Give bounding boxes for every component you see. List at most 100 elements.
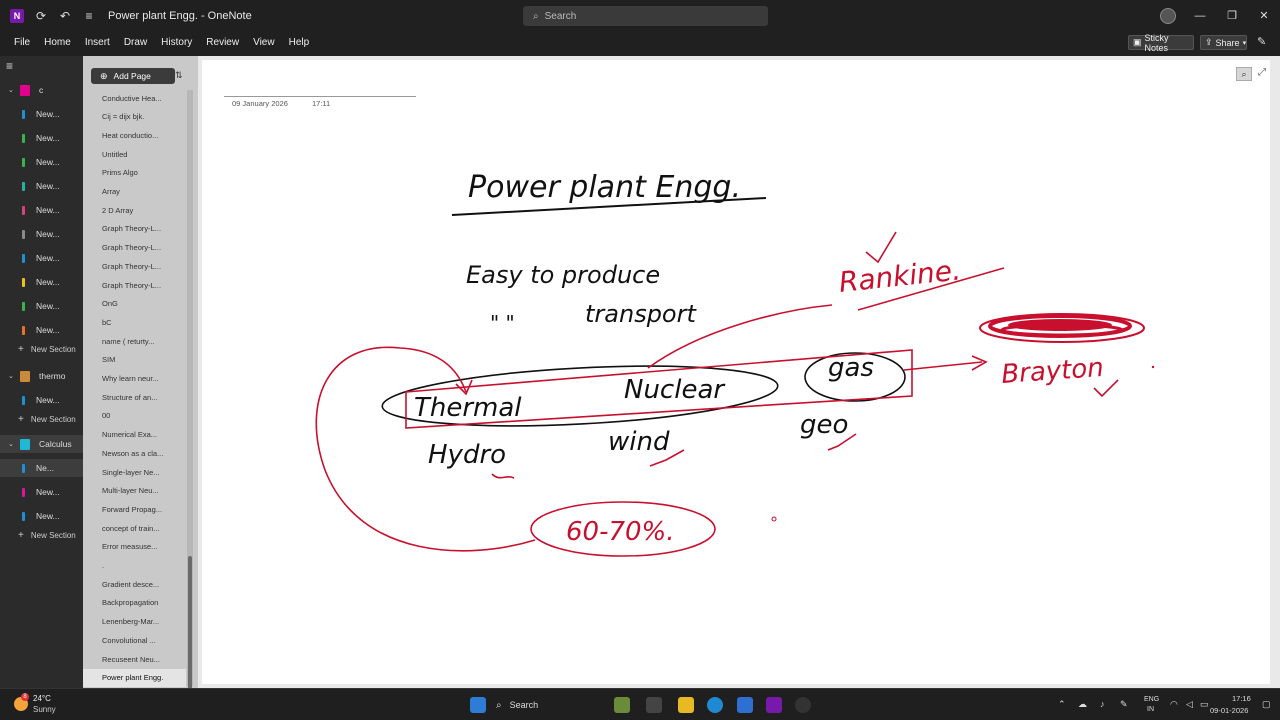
notifications-icon[interactable]: ▢ <box>1262 699 1271 710</box>
page-item[interactable]: Why learn neur... <box>83 370 186 388</box>
tab-draw[interactable]: Draw <box>124 37 147 48</box>
new-section-button[interactable]: + New Section <box>0 527 83 543</box>
search-input[interactable]: ⌕ Search <box>523 6 768 26</box>
start-button-icon[interactable] <box>470 697 486 713</box>
zoom-icon[interactable]: ⌕ <box>1236 67 1252 81</box>
page-item[interactable]: concept of train... <box>83 519 186 537</box>
quick-access-menu-icon[interactable]: ≡ <box>82 9 96 23</box>
section-item[interactable]: New... <box>0 153 83 171</box>
page-item[interactable]: Gradient desce... <box>83 575 186 593</box>
page-item[interactable]: Prims Algo <box>83 164 186 182</box>
new-section-button[interactable]: + New Section <box>0 341 83 357</box>
widgets-icon[interactable] <box>614 697 630 713</box>
microphone-icon[interactable]: ♪ <box>1100 699 1105 709</box>
onedrive-icon[interactable]: ☁ <box>1078 699 1087 710</box>
notebook-thermo[interactable]: ⌄ thermo <box>0 367 83 385</box>
tab-home[interactable]: Home <box>44 37 71 48</box>
page-item[interactable]: SIM <box>83 351 186 369</box>
notebook-c[interactable]: ⌄ c <box>0 81 83 99</box>
share-button[interactable]: ⇪ Share ▾ <box>1200 35 1247 50</box>
volume-icon[interactable]: ◁ <box>1186 699 1193 710</box>
page-item[interactable]: Conductive Hea... <box>83 89 186 107</box>
page-item[interactable]: Convolutional ... <box>83 631 186 649</box>
battery-icon[interactable]: ▭ <box>1200 699 1209 710</box>
maximize-button[interactable]: ❐ <box>1224 8 1240 24</box>
page-item[interactable]: Graph Theory-L... <box>83 257 186 275</box>
task-view-icon[interactable] <box>646 697 662 713</box>
edge-browser-icon[interactable] <box>707 697 723 713</box>
language-indicator[interactable]: ENG <box>1144 696 1159 703</box>
hamburger-menu-icon[interactable]: ≡ <box>6 59 13 73</box>
onenote-taskbar-icon[interactable] <box>766 697 782 713</box>
page-item[interactable]: Graph Theory-L... <box>83 220 186 238</box>
page-item[interactable]: Single-layer Ne... <box>83 463 186 481</box>
tab-history[interactable]: History <box>161 37 192 48</box>
section-item[interactable]: New... <box>0 273 83 291</box>
page-item[interactable]: Forward Propag... <box>83 500 186 518</box>
page-item[interactable]: Newson as a cla... <box>83 444 186 462</box>
page-item[interactable]: name ( returty... <box>83 332 186 350</box>
section-item[interactable]: New... <box>0 105 83 123</box>
section-item[interactable]: New... <box>0 297 83 315</box>
page-item[interactable]: Backpropagation <box>83 594 186 612</box>
section-item[interactable]: New... <box>0 129 83 147</box>
note-canvas[interactable] <box>198 56 1280 688</box>
file-explorer-icon[interactable] <box>678 697 694 713</box>
minimize-button[interactable]: — <box>1192 8 1208 24</box>
section-item[interactable]: New... <box>0 249 83 267</box>
page-item[interactable]: 00 <box>83 407 186 425</box>
section-item[interactable]: New... <box>0 507 83 525</box>
tab-insert[interactable]: Insert <box>85 37 110 48</box>
page-item[interactable]: Error measuse... <box>83 538 186 556</box>
section-item[interactable]: New... <box>0 391 83 409</box>
pen-icon[interactable]: ✎ <box>1120 699 1128 710</box>
tab-view[interactable]: View <box>253 37 275 48</box>
page-item[interactable]: Structure of an... <box>83 388 186 406</box>
page-item[interactable]: Recuseent Neu... <box>83 650 186 668</box>
feedback-icon[interactable]: ✎ <box>1257 35 1266 48</box>
page-item[interactable]: Lenenberg-Mar... <box>83 613 186 631</box>
close-button[interactable]: ✕ <box>1256 8 1272 24</box>
page-item[interactable]: Array <box>83 183 186 201</box>
page-item[interactable]: OnG <box>83 295 186 313</box>
section-item[interactable]: Ne... <box>0 459 83 477</box>
page-item[interactable]: Untitled <box>83 145 186 163</box>
section-item[interactable]: New... <box>0 483 83 501</box>
expand-icon[interactable]: ⤢ <box>1258 67 1266 78</box>
page-item[interactable]: Graph Theory-L... <box>83 239 186 257</box>
page-item[interactable]: bC <box>83 313 186 331</box>
add-page-button[interactable]: ⊕ Add Page <box>91 68 175 84</box>
page-item[interactable]: Cij = dijx bjk. <box>83 108 186 126</box>
region-indicator[interactable]: IN <box>1147 706 1154 713</box>
new-section-button[interactable]: + New Section <box>0 411 83 427</box>
sort-pages-icon[interactable]: ⇅ <box>175 70 183 81</box>
sync-icon[interactable]: ⟳ <box>34 9 48 23</box>
sticky-notes-button[interactable]: ▣ Sticky Notes <box>1128 33 1194 53</box>
section-item[interactable]: New... <box>0 225 83 243</box>
note-page[interactable] <box>202 60 1270 684</box>
page-item[interactable]: Graph Theory-L... <box>83 276 186 294</box>
clock-time[interactable]: 17:16 <box>1232 694 1251 703</box>
page-item[interactable]: . <box>83 557 186 575</box>
page-item[interactable]: Multi-layer Neu... <box>83 482 186 500</box>
undo-icon[interactable]: ↶ <box>58 9 72 23</box>
notebook-calculus[interactable]: ⌄ Calculus <box>0 435 83 453</box>
tab-help[interactable]: Help <box>289 37 310 48</box>
section-item[interactable]: New... <box>0 321 83 339</box>
pages-scroll-thumb[interactable] <box>188 556 192 704</box>
wifi-icon[interactable]: ◠ <box>1170 699 1178 710</box>
avatar[interactable] <box>1160 8 1176 24</box>
clock-date[interactable]: 09-01-2026 <box>1210 706 1248 715</box>
store-icon[interactable] <box>737 697 753 713</box>
taskbar-search[interactable]: ⌕ Search <box>496 696 596 714</box>
page-item[interactable]: 2 D Array <box>83 201 186 219</box>
section-item[interactable]: New... <box>0 201 83 219</box>
chatgpt-icon[interactable] <box>795 697 811 713</box>
tab-file[interactable]: File <box>14 37 30 48</box>
section-item[interactable]: New... <box>0 177 83 195</box>
page-item[interactable]: Numerical Exa... <box>83 426 186 444</box>
tab-review[interactable]: Review <box>206 37 239 48</box>
page-item[interactable]: Heat conductio... <box>83 126 186 144</box>
pages-scrollbar[interactable] <box>187 90 193 704</box>
tray-chevron-icon[interactable]: ⌃ <box>1058 699 1066 710</box>
